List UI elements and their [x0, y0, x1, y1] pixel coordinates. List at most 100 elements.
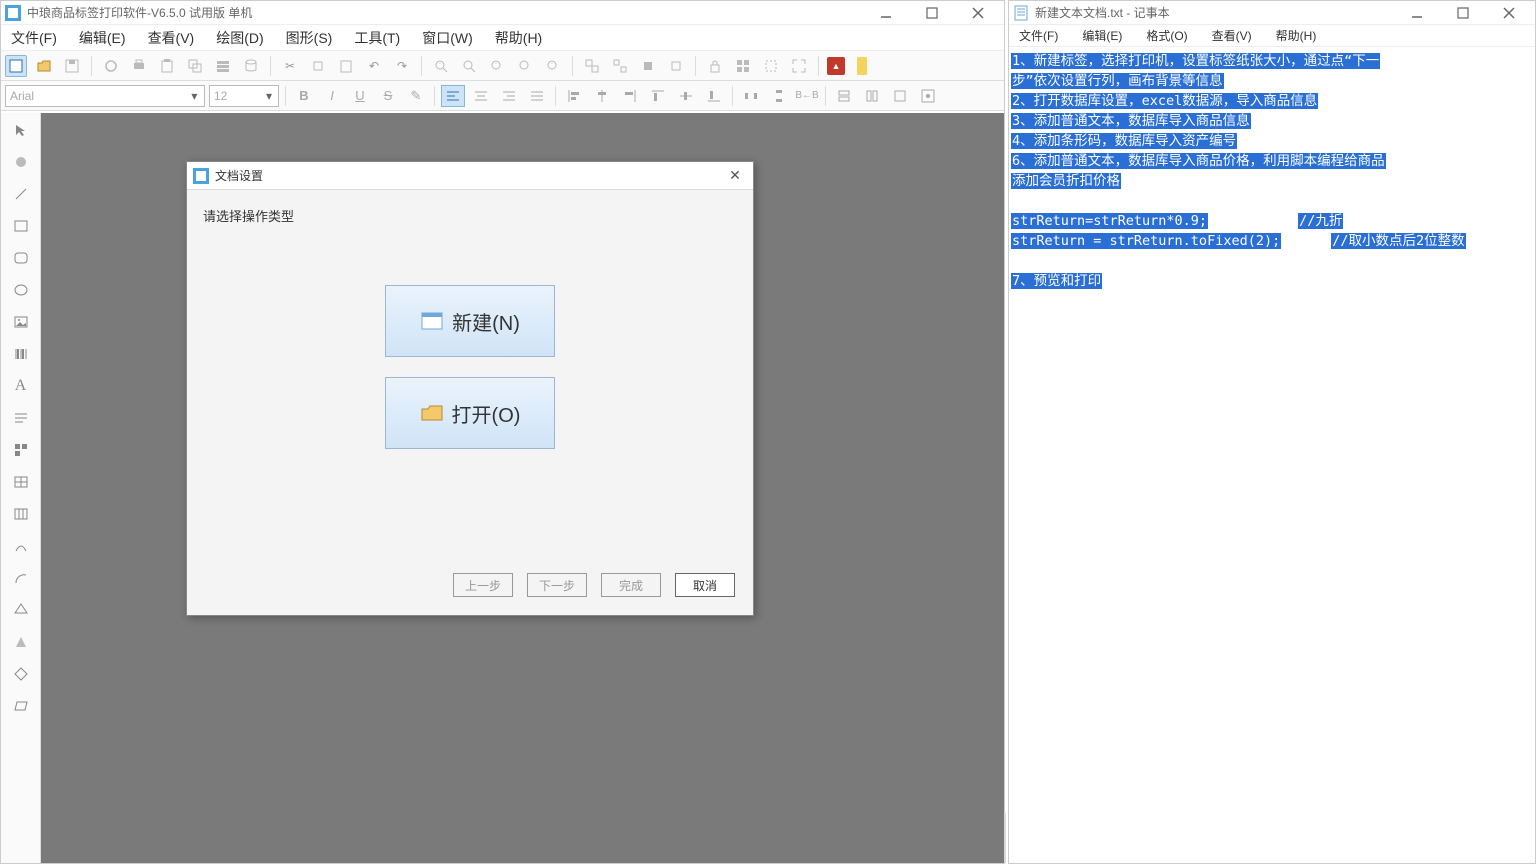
refresh-icon[interactable]	[100, 55, 122, 77]
minimize-button[interactable]	[1403, 3, 1431, 23]
menu-shape[interactable]: 图形(S)	[282, 26, 337, 50]
new-document-button[interactable]: 新建(N)	[385, 285, 555, 357]
align-obj-top-icon[interactable]	[646, 85, 670, 107]
dist-horiz-icon[interactable]	[739, 85, 763, 107]
bring-front-icon[interactable]	[637, 55, 659, 77]
menu-view[interactable]: 查看(V)	[144, 26, 199, 50]
dist-vert-icon[interactable]	[767, 85, 791, 107]
stack-icon[interactable]	[212, 55, 234, 77]
cut-icon[interactable]: ✂	[279, 55, 301, 77]
zoom-out-icon[interactable]	[458, 55, 480, 77]
copy2-icon[interactable]	[307, 55, 329, 77]
lock-icon[interactable]	[704, 55, 726, 77]
np-menu-view[interactable]: 查看(V)	[1208, 25, 1256, 46]
font-size-input[interactable]	[214, 89, 264, 103]
maximize-button[interactable]	[1449, 3, 1477, 23]
richtext-tool-icon[interactable]	[10, 407, 32, 429]
text-tool-icon[interactable]: A	[10, 375, 32, 397]
rect-tool-icon[interactable]	[10, 215, 32, 237]
pdf-icon[interactable]: ▲	[827, 57, 845, 75]
hand-tool-icon[interactable]	[10, 151, 32, 173]
bold-icon[interactable]: B	[292, 85, 316, 107]
spacing-icon[interactable]: B←B	[795, 85, 819, 107]
minimize-button[interactable]	[872, 3, 900, 23]
finish-button[interactable]: 完成	[601, 573, 661, 597]
align-obj-left-icon[interactable]	[562, 85, 586, 107]
menu-window[interactable]: 窗口(W)	[418, 26, 477, 50]
dialog-close-button[interactable]: ✕	[723, 166, 747, 186]
chevron-down-icon[interactable]: ▾	[264, 89, 274, 103]
strike-icon[interactable]: S	[376, 85, 400, 107]
table-tool-icon[interactable]	[10, 471, 32, 493]
menu-tools[interactable]: 工具(T)	[350, 26, 404, 50]
cancel-button[interactable]: 取消	[675, 573, 735, 597]
underline-icon[interactable]: U	[348, 85, 372, 107]
print-icon[interactable]	[128, 55, 150, 77]
align-obj-right-icon[interactable]	[618, 85, 642, 107]
open-doc-icon[interactable]	[33, 55, 55, 77]
mobile-icon[interactable]	[851, 55, 873, 77]
menu-file[interactable]: 文件(F)	[7, 26, 61, 50]
np-menu-edit[interactable]: 编辑(E)	[1078, 25, 1126, 46]
notepad-text-area[interactable]: 1、新建标签，选择打印机，设置标签纸张大小，通过点“下一 步”依次设置行列，画布…	[1009, 47, 1535, 295]
close-button[interactable]	[964, 3, 992, 23]
menu-edit[interactable]: 编辑(E)	[75, 26, 130, 50]
save-icon[interactable]	[61, 55, 83, 77]
qrcode-tool-icon[interactable]	[10, 439, 32, 461]
maximize-button[interactable]	[918, 3, 946, 23]
chevron-down-icon[interactable]: ▾	[189, 89, 200, 103]
ungroup-icon[interactable]	[609, 55, 631, 77]
grid-tool-icon[interactable]	[10, 503, 32, 525]
line-tool-icon[interactable]	[10, 183, 32, 205]
arc-tool-icon[interactable]	[10, 567, 32, 589]
grid-icon[interactable]	[732, 55, 754, 77]
roundrect-tool-icon[interactable]	[10, 247, 32, 269]
next-step-button[interactable]: 下一步	[527, 573, 587, 597]
pointer-tool-icon[interactable]	[10, 119, 32, 141]
font-name-input[interactable]	[10, 89, 189, 103]
prev-step-button[interactable]: 上一步	[453, 573, 513, 597]
zoom-100-icon[interactable]	[514, 55, 536, 77]
close-button[interactable]	[1495, 3, 1523, 23]
align-justify-icon[interactable]	[525, 85, 549, 107]
np-menu-help[interactable]: 帮助(H)	[1272, 25, 1321, 46]
curve-tool-icon[interactable]	[10, 535, 32, 557]
same-size-icon[interactable]	[888, 85, 912, 107]
menu-draw[interactable]: 绘图(D)	[212, 26, 267, 50]
parallelogram-tool-icon[interactable]	[10, 695, 32, 717]
align-obj-middle-icon[interactable]	[674, 85, 698, 107]
zoom-sel-icon[interactable]	[542, 55, 564, 77]
image-tool-icon[interactable]	[10, 311, 32, 333]
polygon-tool-icon[interactable]	[10, 599, 32, 621]
same-width-icon[interactable]	[832, 85, 856, 107]
copy-icon[interactable]	[184, 55, 206, 77]
align-left-icon[interactable]	[441, 85, 465, 107]
np-menu-file[interactable]: 文件(F)	[1015, 25, 1062, 46]
send-back-icon[interactable]	[665, 55, 687, 77]
clear-format-icon[interactable]: ✎	[404, 85, 428, 107]
font-size-combo[interactable]: ▾	[209, 85, 279, 107]
np-menu-format[interactable]: 格式(O)	[1142, 25, 1191, 46]
zoom-in-icon[interactable]	[430, 55, 452, 77]
group-icon[interactable]	[581, 55, 603, 77]
italic-icon[interactable]: I	[320, 85, 344, 107]
align-right-icon[interactable]	[497, 85, 521, 107]
zoom-fit-icon[interactable]	[486, 55, 508, 77]
align-obj-bottom-icon[interactable]	[702, 85, 726, 107]
snap-icon[interactable]	[760, 55, 782, 77]
clipboard-icon[interactable]	[156, 55, 178, 77]
align-obj-center-icon[interactable]	[590, 85, 614, 107]
align-center-icon[interactable]	[469, 85, 493, 107]
new-doc-icon[interactable]	[5, 55, 27, 77]
same-height-icon[interactable]	[860, 85, 884, 107]
diamond-tool-icon[interactable]	[10, 663, 32, 685]
fullscreen-icon[interactable]	[788, 55, 810, 77]
barcode-tool-icon[interactable]	[10, 343, 32, 365]
redo-icon[interactable]: ↷	[391, 55, 413, 77]
paste-icon[interactable]	[335, 55, 357, 77]
menu-help[interactable]: 帮助(H)	[491, 26, 546, 50]
undo-icon[interactable]: ↶	[363, 55, 385, 77]
font-name-combo[interactable]: ▾	[5, 85, 205, 107]
open-document-button[interactable]: 打开(O)	[385, 377, 555, 449]
ellipse-tool-icon[interactable]	[10, 279, 32, 301]
